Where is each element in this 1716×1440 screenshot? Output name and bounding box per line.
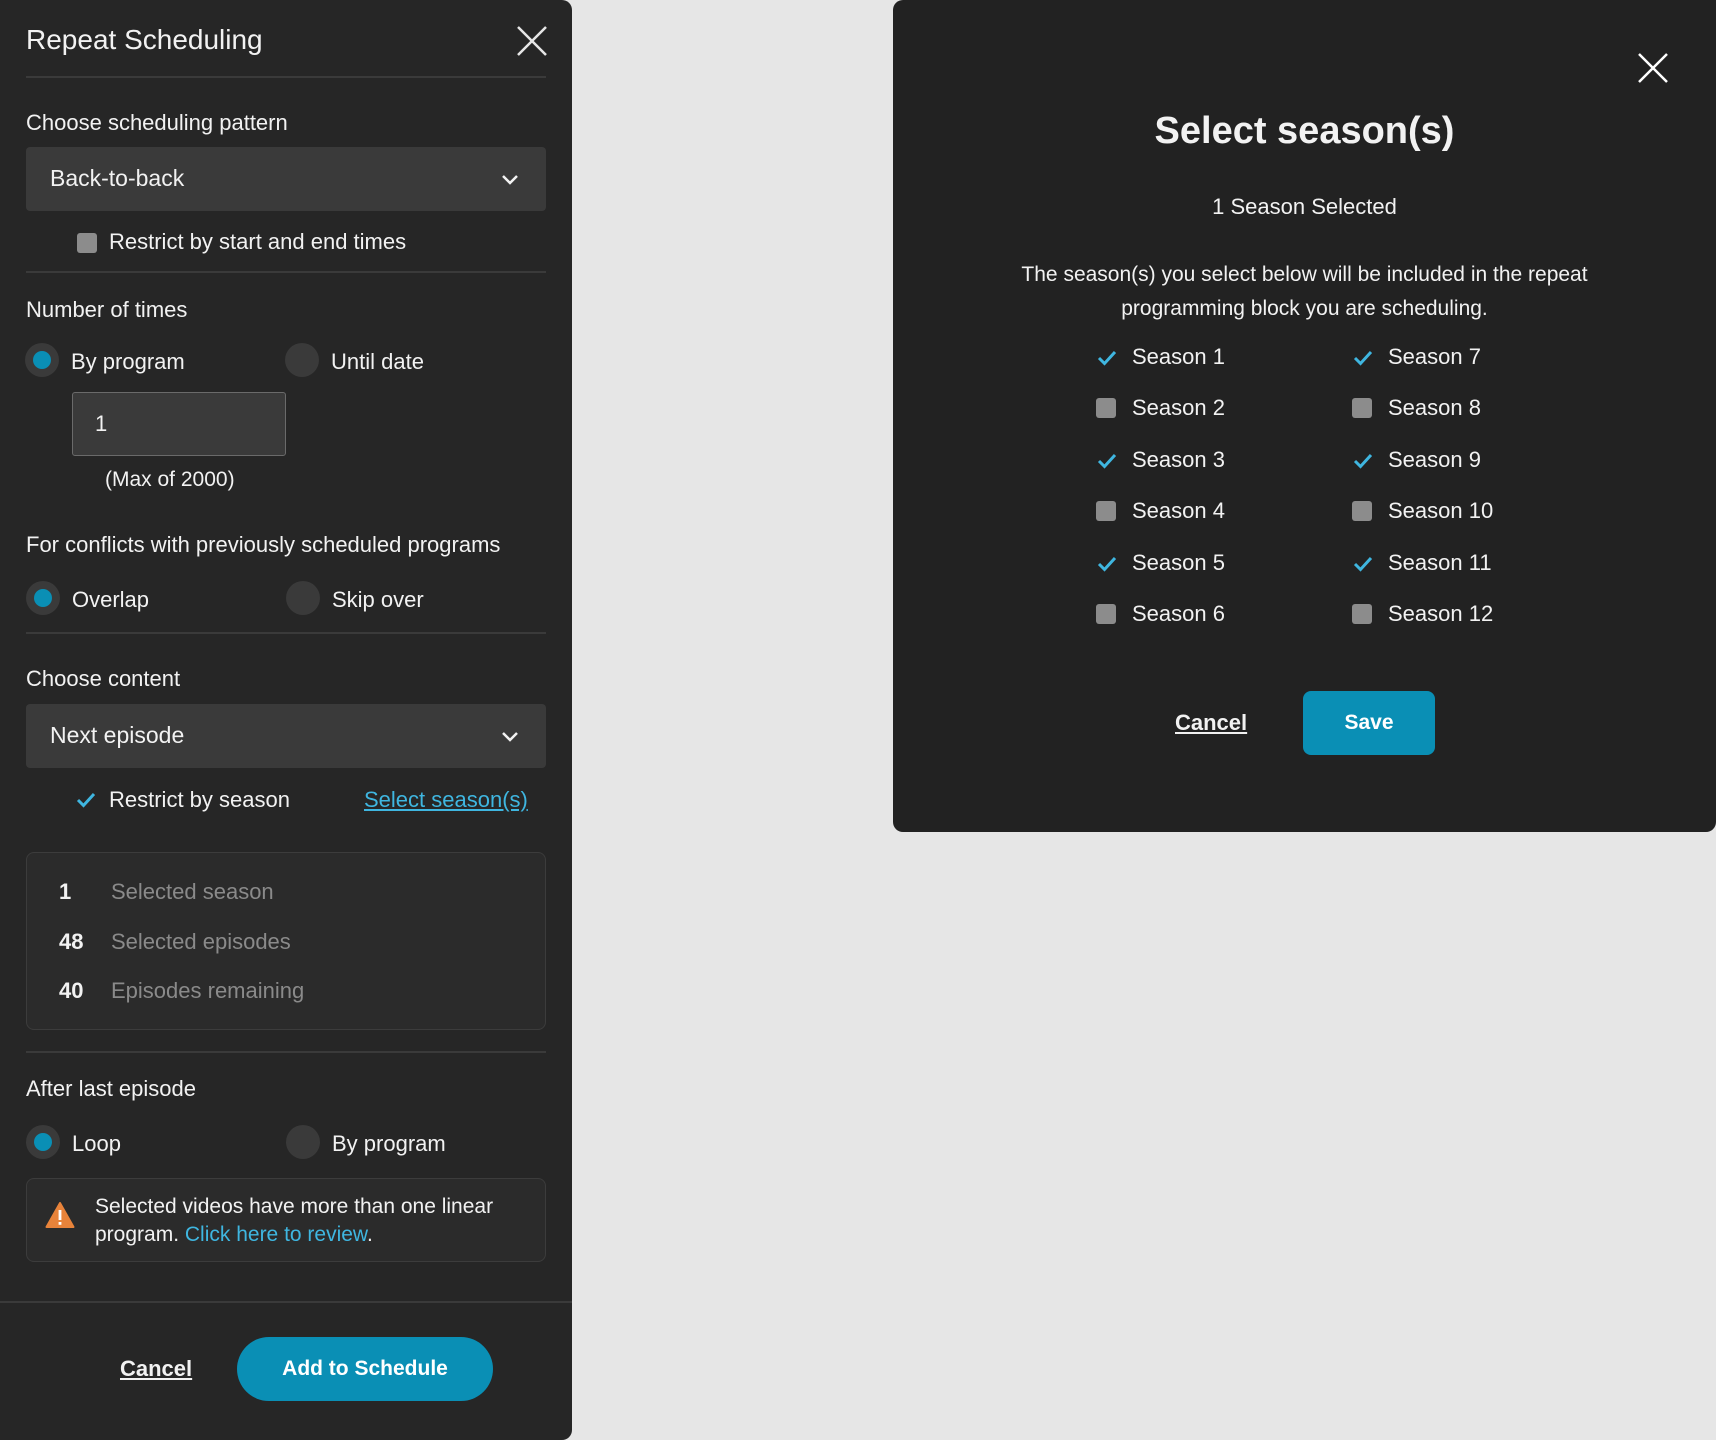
- season-label: Season 1: [1132, 344, 1225, 369]
- close-icon[interactable]: [1636, 51, 1670, 85]
- select-seasons-modal: Select season(s) 1 Season Selected The s…: [893, 0, 1716, 832]
- season-checkbox[interactable]: [1096, 398, 1116, 418]
- repeat-scheduling-panel: Repeat Scheduling Choose scheduling patt…: [0, 0, 572, 1440]
- episodes-remaining-count: 40: [59, 978, 84, 1003]
- times-label: Number of times: [26, 297, 188, 322]
- loop-label: Loop: [72, 1131, 121, 1156]
- restrict-times-label: Restrict by start and end times: [109, 229, 407, 254]
- after-by-program-label: By program: [332, 1131, 446, 1156]
- content-value: Next episode: [50, 722, 185, 748]
- warning-message: Selected videos have more than one linea…: [95, 1193, 535, 1249]
- season-label: Season 4: [1132, 498, 1225, 523]
- cancel-button[interactable]: Cancel: [120, 1356, 192, 1382]
- season-checkbox[interactable]: [1352, 604, 1372, 624]
- check-icon: [1097, 556, 1117, 572]
- season-label: Season 11: [1388, 550, 1492, 575]
- check-icon: [76, 792, 96, 808]
- season-checkbox[interactable]: [1096, 604, 1116, 624]
- by-program-radio[interactable]: [25, 343, 59, 377]
- season-label: Season 3: [1132, 447, 1225, 472]
- until-date-radio[interactable]: [285, 343, 319, 377]
- chevron-down-icon: [502, 732, 518, 742]
- warning-icon: [45, 1202, 75, 1228]
- check-icon: [1353, 350, 1373, 366]
- skip-over-radio[interactable]: [286, 581, 320, 615]
- check-icon: [1353, 556, 1373, 572]
- divider: [26, 1051, 546, 1053]
- season-label: Season 6: [1132, 601, 1225, 626]
- times-input[interactable]: [72, 392, 286, 456]
- selected-season-label: Selected season: [111, 879, 274, 904]
- modal-cancel-button[interactable]: Cancel: [1175, 710, 1247, 736]
- add-to-schedule-button[interactable]: Add to Schedule: [237, 1337, 493, 1401]
- check-icon: [1097, 453, 1117, 469]
- divider: [26, 632, 546, 634]
- overlap-label: Overlap: [72, 587, 150, 612]
- warning-box: Selected videos have more than one linea…: [26, 1178, 546, 1262]
- content-select[interactable]: Next episode: [26, 704, 546, 768]
- season-label: Season 5: [1132, 550, 1225, 575]
- season-checkbox[interactable]: [1352, 553, 1373, 573]
- overlap-radio[interactable]: [26, 581, 60, 615]
- skip-over-label: Skip over: [332, 587, 424, 612]
- warning-end: .: [366, 1223, 373, 1246]
- restrict-season-checkbox[interactable]: [75, 789, 96, 809]
- check-icon: [1353, 453, 1373, 469]
- season-checkbox[interactable]: [1096, 450, 1117, 470]
- selected-episodes-label: Selected episodes: [111, 929, 291, 954]
- after-by-program-radio[interactable]: [286, 1125, 320, 1159]
- season-label: Season 12: [1388, 601, 1494, 626]
- by-program-label: By program: [71, 349, 185, 374]
- modal-description: The season(s) you select below will be i…: [1021, 263, 1588, 320]
- season-checkbox[interactable]: [1096, 501, 1116, 521]
- season-label: Season 7: [1388, 344, 1481, 369]
- after-label: After last episode: [26, 1076, 196, 1101]
- season-label: Season 10: [1388, 498, 1494, 523]
- panel-title: Repeat Scheduling: [26, 24, 263, 55]
- season-checkbox[interactable]: [1352, 450, 1373, 470]
- selected-season-count: 1: [59, 879, 72, 904]
- modal-title: Select season(s): [1154, 110, 1455, 152]
- restrict-season-label: Restrict by season: [109, 787, 290, 812]
- loop-radio[interactable]: [26, 1125, 60, 1159]
- close-icon[interactable]: [515, 24, 549, 58]
- season-checkbox[interactable]: [1096, 347, 1117, 367]
- restrict-times-checkbox[interactable]: [77, 233, 97, 253]
- season-checkbox[interactable]: [1096, 553, 1117, 573]
- season-checkbox[interactable]: [1352, 501, 1372, 521]
- review-link[interactable]: Click here to review: [185, 1223, 367, 1246]
- save-button[interactable]: Save: [1303, 691, 1435, 755]
- season-label: Season 8: [1388, 395, 1481, 420]
- conflicts-label: For conflicts with previously scheduled …: [26, 532, 501, 557]
- pattern-value: Back-to-back: [50, 165, 185, 191]
- times-hint: (Max of 2000): [105, 468, 235, 491]
- selected-episodes-count: 48: [59, 929, 84, 954]
- chevron-down-icon: [502, 175, 518, 185]
- season-label: Season 9: [1388, 447, 1481, 472]
- episodes-remaining-label: Episodes remaining: [111, 978, 305, 1003]
- until-date-label: Until date: [331, 349, 424, 374]
- season-checkbox[interactable]: [1352, 347, 1373, 367]
- footer-divider: [0, 1301, 572, 1303]
- season-summary: 1 Selected season 48 Selected episodes 4…: [26, 852, 546, 1030]
- season-label: Season 2: [1132, 395, 1225, 420]
- divider: [26, 271, 546, 273]
- select-seasons-link[interactable]: Select season(s): [364, 787, 528, 813]
- season-checkbox[interactable]: [1352, 398, 1372, 418]
- content-label: Choose content: [26, 666, 181, 691]
- check-icon: [1097, 350, 1117, 366]
- pattern-label: Choose scheduling pattern: [26, 110, 288, 135]
- seasons-selected-count: 1 Season Selected: [1212, 194, 1397, 219]
- divider: [26, 76, 546, 78]
- pattern-select[interactable]: Back-to-back: [26, 147, 546, 211]
